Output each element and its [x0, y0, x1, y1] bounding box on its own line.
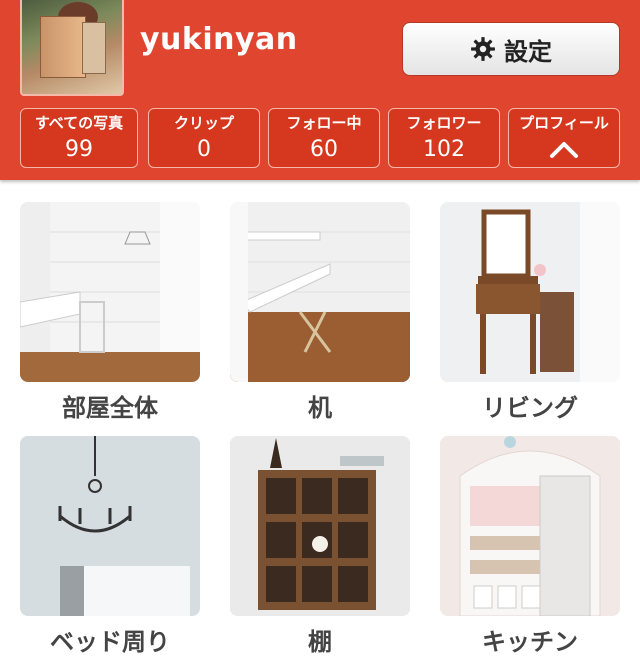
photo-living[interactable]: [440, 202, 620, 382]
photo-shelf[interactable]: [230, 436, 410, 616]
settings-button[interactable]: 設定: [402, 22, 620, 76]
stat-label: プロフィール: [519, 114, 609, 132]
category-caption: リビング: [482, 394, 578, 422]
stat-followers[interactable]: フォロワー 102: [388, 108, 500, 168]
stat-value: 0: [197, 137, 211, 162]
avatar[interactable]: [20, 0, 124, 96]
chevron-up-icon: [509, 138, 619, 160]
stat-label: クリップ: [173, 114, 234, 132]
desk-photo-art: [230, 202, 410, 382]
kitchen-photo-art: [440, 436, 620, 616]
stat-value: 60: [310, 137, 338, 162]
stat-profile[interactable]: プロフィール: [508, 108, 620, 168]
stat-value: 102: [423, 137, 465, 162]
avatar-book-2: [82, 22, 106, 74]
room-photo-art: [20, 202, 200, 382]
avatar-book: [40, 16, 86, 78]
stat-value: 99: [65, 137, 93, 162]
shelf-photo-art: [230, 436, 410, 616]
stat-label: フォロワー: [406, 114, 482, 132]
stat-label: フォロー中: [286, 114, 362, 132]
living-photo-art: [440, 202, 620, 382]
photo-room-overall[interactable]: [20, 202, 200, 382]
profile-header: yukinyan 設定 すべての写真 99 クリップ 0 フォロー中 60 フォ…: [0, 0, 640, 180]
photo-kitchen[interactable]: [440, 436, 620, 616]
settings-label: 設定: [504, 37, 552, 66]
stat-label: すべての写真: [34, 114, 124, 132]
bedroom-photo-art: [20, 436, 200, 616]
photo-desk[interactable]: [230, 202, 410, 382]
category-caption: 部屋全体: [62, 394, 158, 422]
photo-bedroom[interactable]: [20, 436, 200, 616]
stats-bar: すべての写真 99 クリップ 0 フォロー中 60 フォロワー 102 プロフィ…: [0, 108, 640, 170]
username: yukinyan: [140, 22, 298, 57]
stat-following[interactable]: フォロー中 60: [268, 108, 380, 168]
gear-icon: [470, 36, 496, 62]
stat-clips[interactable]: クリップ 0: [148, 108, 260, 168]
stat-all-photos[interactable]: すべての写真 99: [20, 108, 138, 168]
category-caption: 机: [308, 394, 332, 422]
